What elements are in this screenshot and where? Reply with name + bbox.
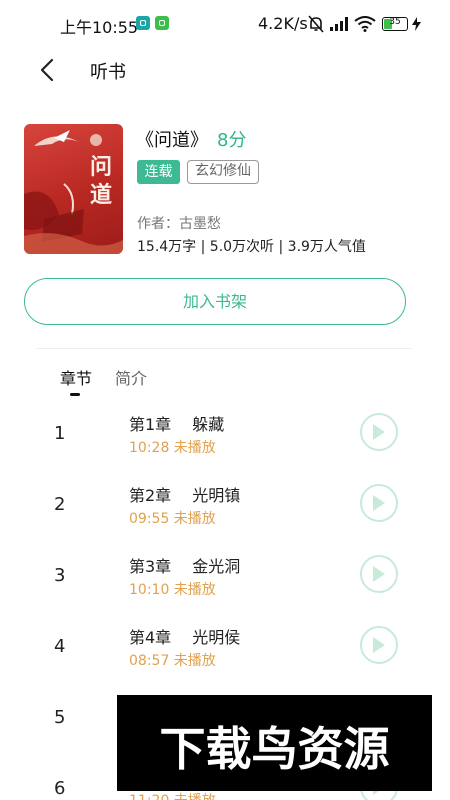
serial-status-tag: 连载 [137,160,180,184]
nav-bar: 听书 [0,48,450,94]
chapter-row[interactable]: 3 第3章 金光洞 10:10 未播放 [0,553,450,624]
wifi-icon [354,16,376,32]
chapter-number: 3 [54,565,66,586]
chapter-duration-status: 10:10 未播放 [129,582,216,598]
chapter-number: 2 [54,494,66,515]
chapter-duration-status: 11:20 未播放 [129,790,216,800]
status-time: 上午10:55 [60,18,139,37]
chapter-number: 6 [54,778,66,799]
cover-art: 问 道 [24,130,123,254]
play-icon [373,566,385,582]
play-icon [373,495,385,511]
chapter-title: 第3章 金光洞 [129,557,241,576]
chapter-number: 5 [54,707,66,728]
chapter-number: 1 [54,423,66,444]
chapter-title: 第2章 光明镇 [129,486,241,505]
watermark-text: 下载鸟资源 [159,722,390,776]
tab-chapters[interactable]: 章节 [60,365,92,389]
message-notification-icon [155,16,169,30]
play-icon [373,424,385,440]
play-button[interactable] [360,555,398,593]
chapter-title: 第4章 光明侯 [129,628,241,647]
chapter-duration-status: 09:55 未播放 [129,511,216,527]
play-button[interactable] [360,626,398,664]
add-to-shelf-button[interactable]: 加入书架 [24,278,406,325]
back-arrow-icon[interactable] [36,56,60,84]
chapter-duration-status: 10:28 未播放 [129,440,216,456]
play-icon [373,637,385,653]
book-cover[interactable]: 问 道 [24,124,123,254]
tab-intro[interactable]: 简介 [115,365,147,389]
watermark-overlay: 下载鸟资源 [117,695,432,791]
tab-active-indicator [70,393,80,396]
battery-level: 35 [389,17,401,27]
play-button[interactable] [360,413,398,451]
network-speed: 4.2K/s [258,14,308,33]
chapter-row[interactable]: 4 第4章 光明侯 08:57 未播放 [0,624,450,695]
chapter-number: 4 [54,636,66,657]
genre-tag[interactable]: 玄幻修仙 [187,160,259,184]
chapter-title: 第1章 躲藏 [129,415,225,434]
app-notification-icon [136,16,150,30]
chapter-row[interactable]: 2 第2章 光明镇 09:55 未播放 [0,482,450,553]
status-bar: 上午10:55 4.2K/s 35 [0,0,450,48]
battery-icon: 35 [382,17,408,31]
signal-icon [330,17,348,31]
chapter-row[interactable]: 1 第1章 躲藏 10:28 未播放 [0,411,450,482]
book-author[interactable]: 作者：古墨愁 [137,213,221,233]
book-score: 8分 [217,130,247,151]
charging-icon [412,17,421,31]
book-stats: 15.4万字 | 5.0万次听 | 3.9万人气值 [137,239,366,255]
chapter-duration-status: 08:57 未播放 [129,653,216,669]
divider [36,348,412,349]
svg-text:问: 问 [90,154,112,180]
page-title: 听书 [90,62,126,83]
mute-bell-icon [308,15,324,33]
svg-text:道: 道 [90,182,112,208]
play-button[interactable] [360,484,398,522]
book-title: 《问道》 [136,130,208,151]
status-icons: 35 [308,14,428,34]
